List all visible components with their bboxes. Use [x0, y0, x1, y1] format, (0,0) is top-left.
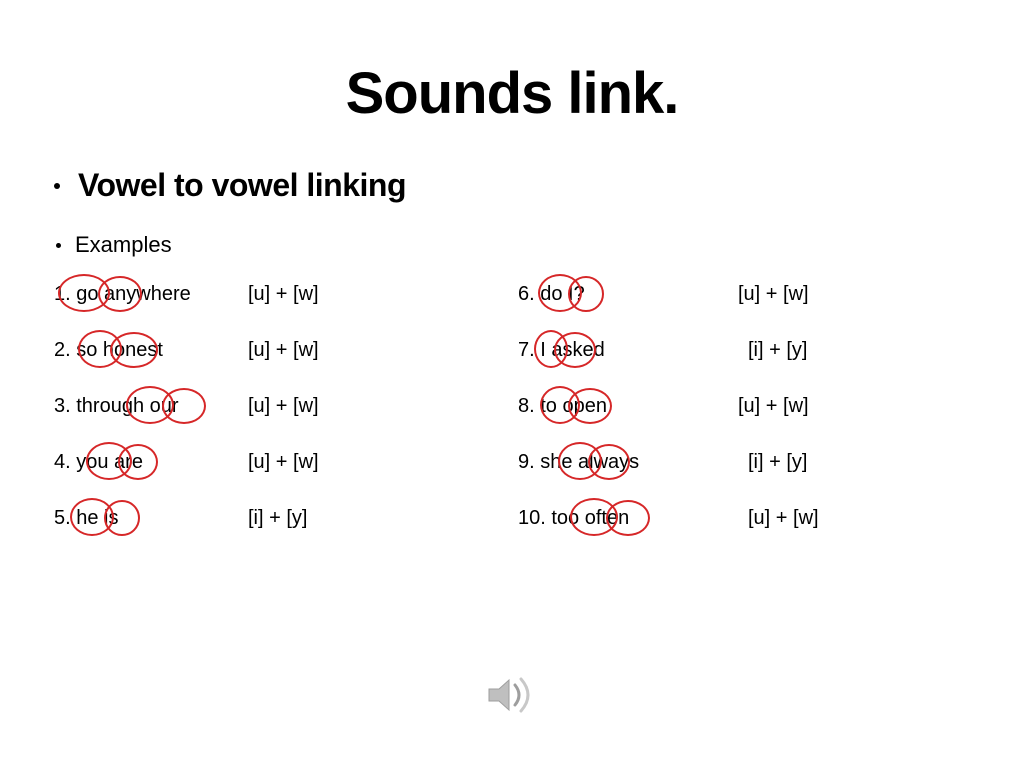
phrase-left: 5. he is — [54, 508, 118, 528]
notation-left: [u] + [w] — [248, 396, 319, 416]
notation-right: [i] + [y] — [748, 452, 807, 472]
notation-right: [u] + [w] — [748, 508, 819, 528]
example-row: 5. he is [i] + [y] 10. too often [u] + [… — [48, 508, 976, 536]
example-row: 3. through our [u] + [w] 8. to open [u] … — [48, 396, 976, 424]
notation-right: [i] + [y] — [748, 340, 807, 360]
examples-label-row: Examples — [56, 232, 976, 258]
notation-left: [u] + [w] — [248, 452, 319, 472]
examples-label-text: Examples — [75, 232, 172, 258]
bullet-dot — [54, 183, 60, 189]
phrase-right: 10. too often — [518, 508, 629, 528]
phrase-left: 2. so honest — [54, 340, 163, 360]
phrase-right: 8. to open — [518, 396, 607, 416]
notation-right: [u] + [w] — [738, 396, 809, 416]
phrase-right: 6. do I? — [518, 284, 585, 304]
example-row: 4. you are [u] + [w] 9. she always [i] +… — [48, 452, 976, 480]
phrase-right: 7. I asked — [518, 340, 605, 360]
slide: Sounds link. Vowel to vowel linking Exam… — [0, 0, 1024, 768]
example-row: 1. go anywhere [u] + [w] 6. do I? [u] + … — [48, 284, 976, 312]
phrase-left: 4. you are — [54, 452, 143, 472]
phrase-right: 9. she always — [518, 452, 639, 472]
example-row: 2. so honest [u] + [w] 7. I asked [i] + … — [48, 340, 976, 368]
subtitle-text: Vowel to vowel linking — [78, 167, 406, 204]
notation-left: [u] + [w] — [248, 284, 319, 304]
notation-left: [u] + [w] — [248, 340, 319, 360]
page-title: Sounds link. — [48, 60, 976, 127]
speaker-icon[interactable] — [485, 673, 539, 722]
bullet-dot — [56, 243, 61, 248]
phrase-left: 3. through our — [54, 396, 179, 416]
notation-right: [u] + [w] — [738, 284, 809, 304]
phrase-left: 1. go anywhere — [54, 284, 191, 304]
notation-left: [i] + [y] — [248, 508, 307, 528]
subtitle-row: Vowel to vowel linking — [54, 167, 976, 204]
